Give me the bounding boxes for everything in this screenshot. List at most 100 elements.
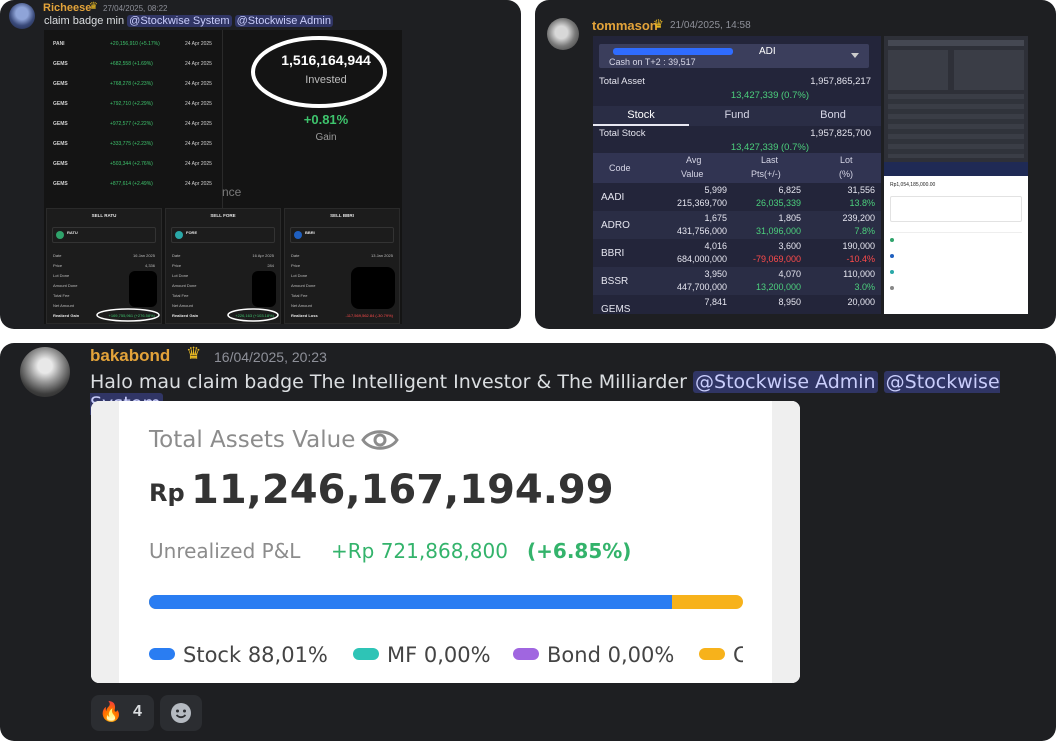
avatar[interactable] [9,3,35,29]
tab-fund[interactable]: Fund [689,109,785,121]
tab-bar: Stock Fund Bond [593,106,881,126]
points: 26,035,339 [755,198,801,208]
change: +682,558 (+1.69%) [110,61,153,67]
detail-label: Date [53,253,62,258]
account-selector[interactable]: ADI Cash on T+2 : 39,517 [599,44,869,68]
allocation-bar-stock [149,595,672,609]
mention[interactable]: @Stockwise Admin [234,15,333,27]
legend-swatch [699,648,725,660]
mention[interactable]: @Stockwise System [127,15,232,27]
mention[interactable]: @Stockwise Admin [693,371,878,393]
date: 24 Apr 2025 [185,81,212,87]
table-row[interactable]: GEMS 7,841 8,950 20,000 [593,295,881,314]
legend-item-stock: Stock 88,01% [149,643,328,669]
account-code: ADI [759,46,776,57]
detail-label: Lot Done [53,273,70,278]
username[interactable]: bakabond [90,346,170,366]
detail-row: Date 13 Jan 2025 [291,253,393,261]
result-value: -117,569,562.84 (-30.79%) [345,313,393,318]
attached-screenshot[interactable]: ADI Cash on T+2 : 39,517 Total Asset 1,95… [593,36,881,314]
legend-item-mf: MF 0,00% [353,643,491,669]
avg-price: 1,675 [704,213,727,223]
stock-code: ADRO [601,220,630,231]
reaction-fire[interactable]: 🔥 4 [91,695,154,731]
table-row[interactable]: ADRO 1,675 431,756,000 1,805 31,096,000 … [593,211,881,239]
message-text: claim badge min @Stockwise System @Stock… [44,15,333,27]
terminal-block [954,50,1024,90]
col-pts: Pts(+/-) [751,169,781,179]
detail-label: Total Fee [291,293,308,298]
lot: 239,200 [842,213,875,223]
panel-title: SELL RATU [91,213,117,218]
message-body: Halo mau claim badge The Intelligent Inv… [90,371,687,393]
detail-value: 4,336 [144,263,155,268]
attached-screenshot[interactable]: Total Assets Value Rp 11,246,167,194.99 … [91,401,800,683]
attached-screenshot[interactable]: PANI +20,156,910 (+5.17%) 24 Apr 2025 GEMS… [44,30,402,324]
avatar[interactable] [20,347,70,397]
total-asset-value: 1,957,865,217 [810,76,871,87]
table-row[interactable]: BBRI 4,016 684,000,000 3,600 -79,069,000… [593,239,881,267]
highlight-circle [251,36,387,108]
invested-label: Invested [305,74,347,86]
legend-swatch [513,648,539,660]
avatar[interactable] [547,18,579,50]
stock-code: BBRI [601,248,625,259]
points: 13,200,000 [755,282,801,292]
detail-label: Date [291,253,300,258]
fire-icon: 🔥 [99,702,123,723]
detail-row: Price 4,336 [53,263,155,271]
symbol: GEMS [53,161,68,167]
image-margin [772,401,800,683]
attached-screenshot-secondary[interactable]: Rp1,054,185,000.00 [884,36,1028,314]
legend-item-cash: C [699,643,743,669]
stock-logo-icon [890,286,894,290]
currency-label: Rp [149,479,185,507]
legend-name: Bond [547,643,601,667]
username[interactable]: Richeese [43,2,91,14]
detail-label: Date [172,253,181,258]
change: +503,344 (+2.76%) [110,161,153,167]
lot: 31,556 [847,185,875,195]
detail-label: Total Fee [53,293,70,298]
col-code: Code [609,163,631,173]
stock-code: RATU [67,230,78,235]
total-stock-label: Total Stock [599,128,646,139]
tab-bond[interactable]: Bond [785,109,881,121]
result-row: Realized Loss -117,569,562.84 (-30.79%) [291,313,393,321]
smiley-icon [171,703,191,723]
eye-icon[interactable] [361,427,399,453]
stock-logo-icon [56,231,64,239]
symbol: GEMS [53,61,68,67]
table-row[interactable]: BSSR 3,950 447,700,000 4,070 13,200,000 … [593,267,881,295]
message-card-bakabond: bakabond ♛ 16/04/2025, 20:23 Halo mau cl… [0,343,1056,741]
message-body: claim badge min [44,15,125,27]
percent: 7.8% [854,226,875,236]
avg-price: 3,950 [704,269,727,279]
username[interactable]: tommason [592,18,658,33]
table-header: Code Avg Value Last Pts(+/-) Lot (%) [593,153,881,183]
list-item: GEMS +333,775 (+2.23%) 24 Apr 2025 [44,134,220,154]
add-reaction-button[interactable] [160,695,202,731]
avg-price: 5,999 [704,185,727,195]
table-row[interactable]: AADI 5,999 215,369,700 6,825 26,035,339 … [593,183,881,211]
last-price: 8,950 [778,297,801,307]
sell-panel-fore: SELL FORE FORE Date 16 Apr 2025 Price 284 … [165,208,281,324]
col-avg: Avg [686,155,702,165]
value: 447,700,000 [676,282,727,292]
change: +768,278 (+2.23%) [110,81,153,87]
list-item: GEMS +503,344 (+2.76%) 24 Apr 2025 [44,154,220,174]
date: 24 Apr 2025 [185,101,212,107]
redacted-account [613,48,733,55]
tab-stock[interactable]: Stock [593,109,689,121]
unrealized-pl-label: Unrealized P&L [149,539,301,563]
divider [890,232,1022,233]
date: 24 Apr 2025 [185,121,212,127]
stock-code: AADI [601,192,625,203]
result-label: Realized Gain [53,313,80,318]
legend-percent: 0,00% [423,643,491,667]
last-price: 4,070 [778,269,801,279]
stock-logo-icon [175,231,183,239]
stock-chip: RATU [52,227,156,243]
timestamp: 21/04/2025, 14:58 [670,20,751,31]
points: -79,069,000 [752,254,801,264]
